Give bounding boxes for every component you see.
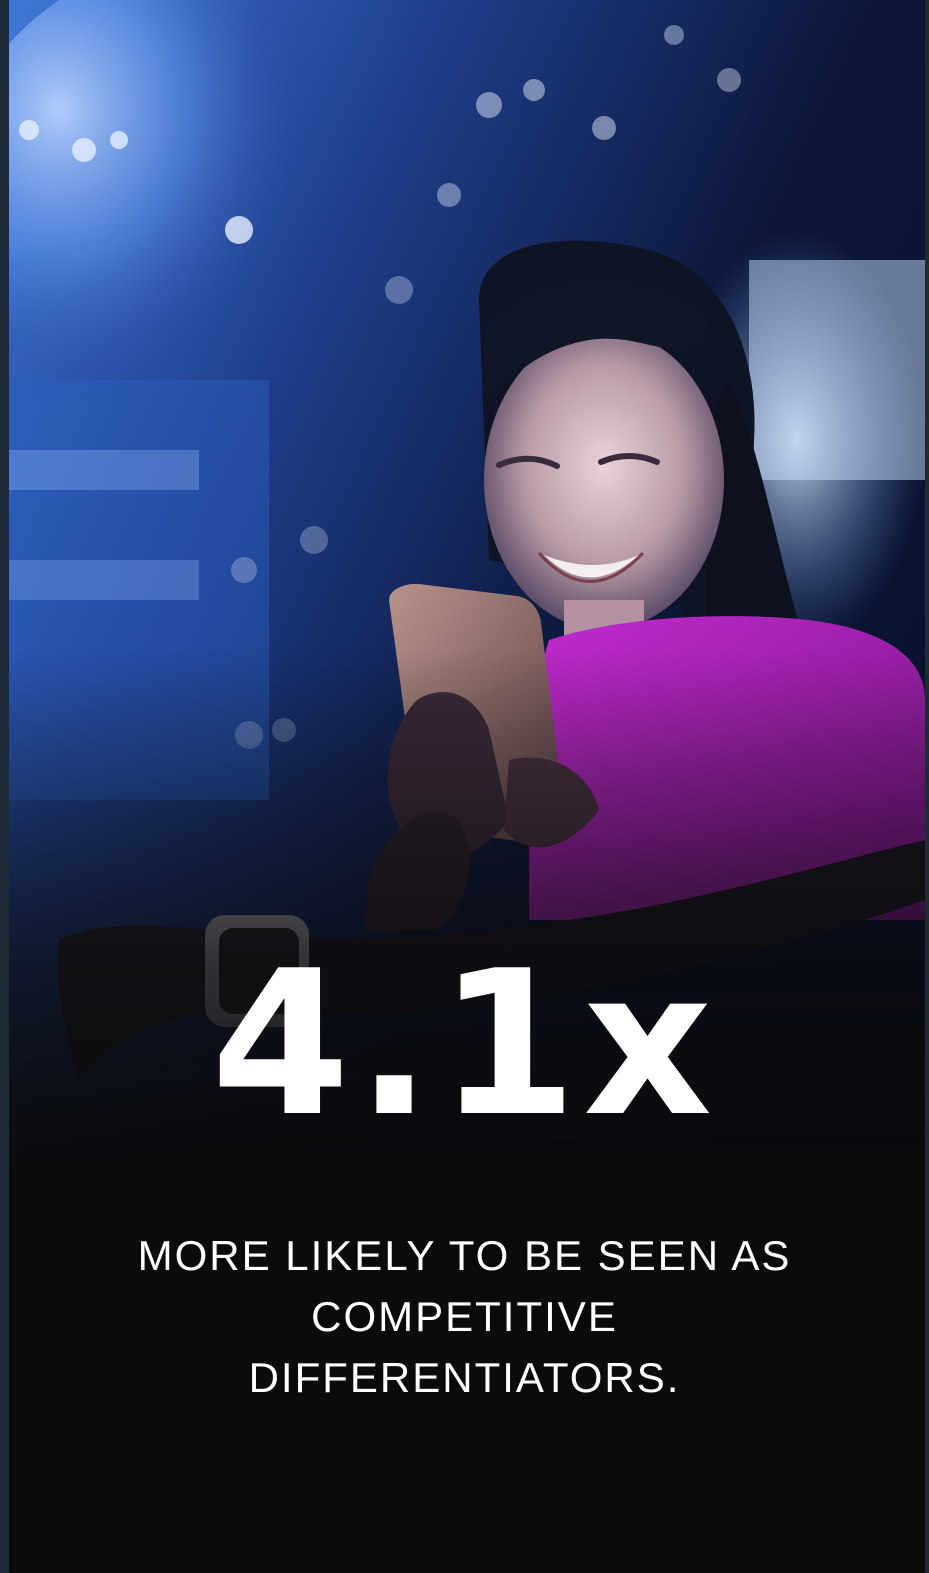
stat-card: 4.1x MORE LIKELY TO BE SEEN AS COMPETITI… xyxy=(0,0,929,1573)
stat-caption: MORE LIKELY TO BE SEEN AS COMPETITIVE DI… xyxy=(137,1232,792,1401)
left-border xyxy=(0,0,9,1573)
stat-value: 4.1x xyxy=(210,928,719,1161)
right-border xyxy=(925,0,929,1573)
